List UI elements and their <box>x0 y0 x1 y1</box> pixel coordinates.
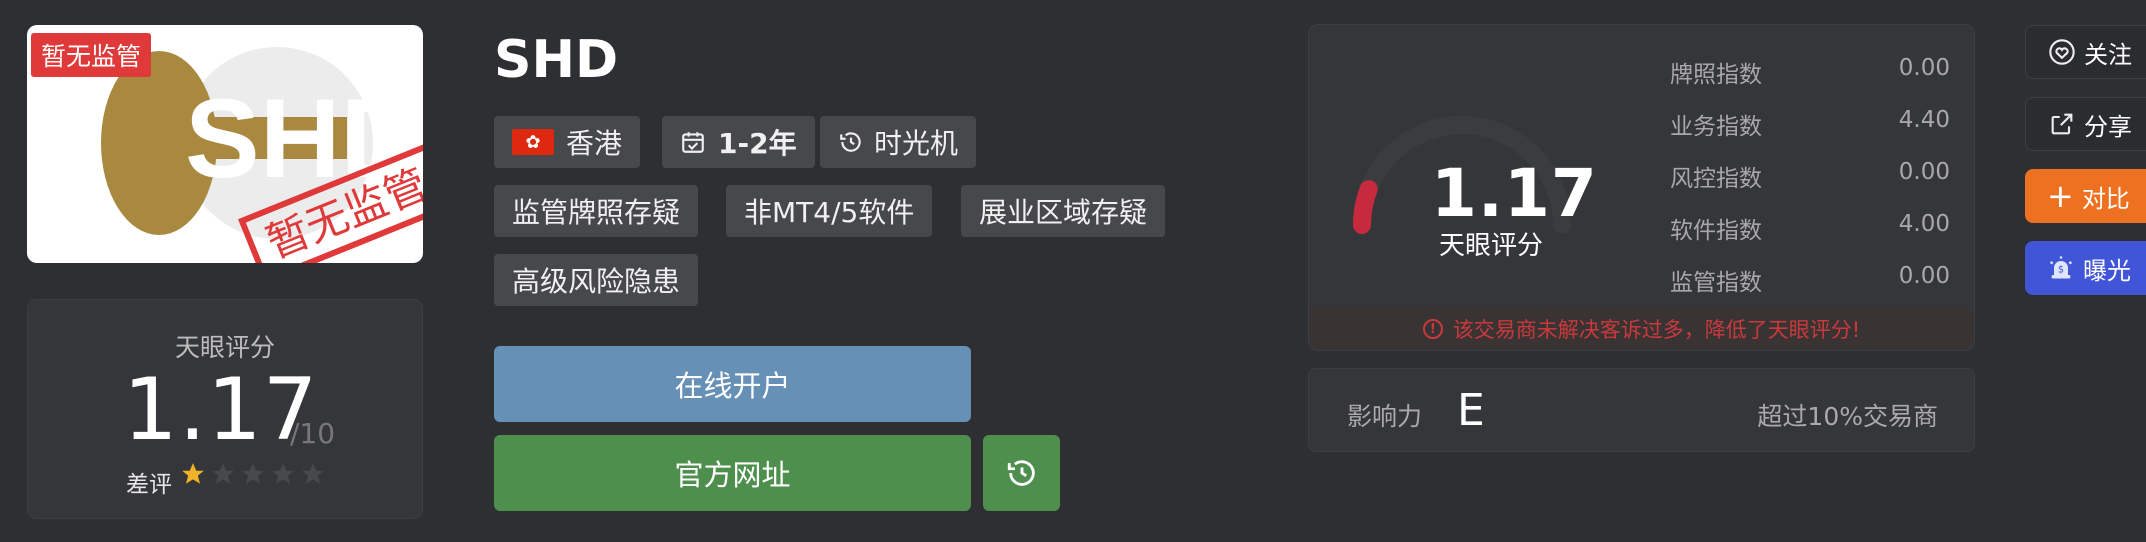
expose-button[interactable]: $ 曝光 <box>2025 241 2146 295</box>
open-account-button[interactable]: 在线开户 <box>494 346 971 422</box>
index-name: 软件指数 <box>1670 218 1762 244</box>
follow-label: 关注 <box>2084 40 2132 69</box>
index-name: 牌照指数 <box>1670 62 1762 88</box>
clock-history-icon <box>840 132 861 152</box>
hong-kong-flag-icon: ✿ <box>512 129 554 155</box>
official-site-button[interactable]: 官方网址 <box>494 435 971 511</box>
svg-text:$: $ <box>2058 265 2064 276</box>
tag-high-risk-label: 高级风险隐患 <box>512 265 681 298</box>
tag-license-doubt-label: 监管牌照存疑 <box>512 196 681 229</box>
tag-years[interactable]: 1-2年 <box>662 116 815 168</box>
broker-header: SHD 暂无监管 暂无监管 天眼评分 1.17 /10 差评 SHD ✿ 香港 … <box>0 0 2146 542</box>
index-value: 0.00 <box>1898 263 1950 289</box>
index-row: 风控指数 0.00 <box>1670 159 1950 193</box>
index-name: 风控指数 <box>1670 166 1762 192</box>
tag-time-machine-label: 时光机 <box>874 127 959 160</box>
tag-time-machine[interactable]: 时光机 <box>820 116 977 168</box>
compare-label: 对比 <box>2081 184 2130 213</box>
tag-years-label: 1-2年 <box>718 127 797 160</box>
regulation-badge: 暂无监管 <box>31 33 152 77</box>
star-empty-icon <box>242 463 264 484</box>
expose-label: 曝光 <box>2083 256 2131 285</box>
star-rating <box>180 461 326 487</box>
gauge-fill <box>1353 180 1378 234</box>
index-row: 业务指数 4.40 <box>1670 107 1950 141</box>
index-name: 业务指数 <box>1670 114 1762 140</box>
star-filled-icon <box>182 463 204 484</box>
warning-icon: ! <box>1422 319 1443 339</box>
tag-software-label: 非MT4/5软件 <box>744 196 915 229</box>
index-value: 4.00 <box>1898 211 1950 237</box>
impact-bar: 影响力 E 超过10%交易商 <box>1308 368 1975 452</box>
index-value: 0.00 <box>1898 55 1950 81</box>
tag-license-doubt[interactable]: 监管牌照存疑 <box>494 185 699 237</box>
share-icon <box>2051 113 2073 135</box>
tag-software[interactable]: 非MT4/5软件 <box>726 185 933 237</box>
score-warning: ! 该交易商未解决客诉过多，降低了天眼评分! <box>1309 308 1974 350</box>
index-value: 4.40 <box>1898 107 1950 133</box>
share-label: 分享 <box>2084 112 2132 141</box>
panel-score-label: 天眼评分 <box>1439 231 1544 261</box>
index-value: 0.00 <box>1898 159 1950 185</box>
rating-max: /10 <box>290 417 336 450</box>
index-row: 监管指数 0.00 <box>1670 263 1950 297</box>
plus-icon: + <box>2047 177 2074 215</box>
panel-score: 1.17 <box>1431 155 1598 232</box>
star-empty-icon <box>272 463 294 484</box>
clock-history-icon <box>1007 460 1035 486</box>
tag-high-risk[interactable]: 高级风险隐患 <box>494 254 699 306</box>
index-row: 牌照指数 0.00 <box>1670 55 1950 89</box>
rating-card: 天眼评分 1.17 /10 差评 <box>27 299 423 519</box>
broker-logo-card: SHD 暂无监管 暂无监管 <box>27 25 423 263</box>
star-empty-icon <box>302 463 324 484</box>
broker-name: SHD <box>494 30 619 90</box>
follow-button[interactable]: 关注 <box>2025 25 2146 79</box>
impact-percentile: 超过10%交易商 <box>1757 402 1938 431</box>
time-machine-button[interactable] <box>983 435 1060 511</box>
score-panel: 1.17 天眼评分 牌照指数 0.00 业务指数 4.40 风控指数 0.00 软件指… <box>1308 24 1975 351</box>
tag-region-doubt[interactable]: 展业区域存疑 <box>961 185 1166 237</box>
index-row: 软件指数 4.00 <box>1670 211 1950 245</box>
impact-grade: E <box>1457 385 1485 436</box>
index-name: 监管指数 <box>1670 270 1762 296</box>
tag-region-doubt-label: 展业区域存疑 <box>979 196 1148 229</box>
star-empty-icon <box>212 463 234 484</box>
calendar-check-icon <box>682 132 704 153</box>
rating-word: 差评 <box>126 472 172 498</box>
share-button[interactable]: 分享 <box>2025 97 2146 151</box>
heart-icon <box>2049 39 2075 65</box>
alarm-siren-icon: $ <box>2049 256 2073 279</box>
impact-label: 影响力 <box>1347 402 1423 431</box>
tag-region[interactable]: ✿ 香港 <box>494 116 641 168</box>
rating-label: 天眼评分 <box>174 333 275 362</box>
tag-region-label: 香港 <box>566 127 623 160</box>
warning-text: 该交易商未解决客诉过多，降低了天眼评分! <box>1452 318 1861 342</box>
compare-button[interactable]: + 对比 <box>2025 169 2146 223</box>
